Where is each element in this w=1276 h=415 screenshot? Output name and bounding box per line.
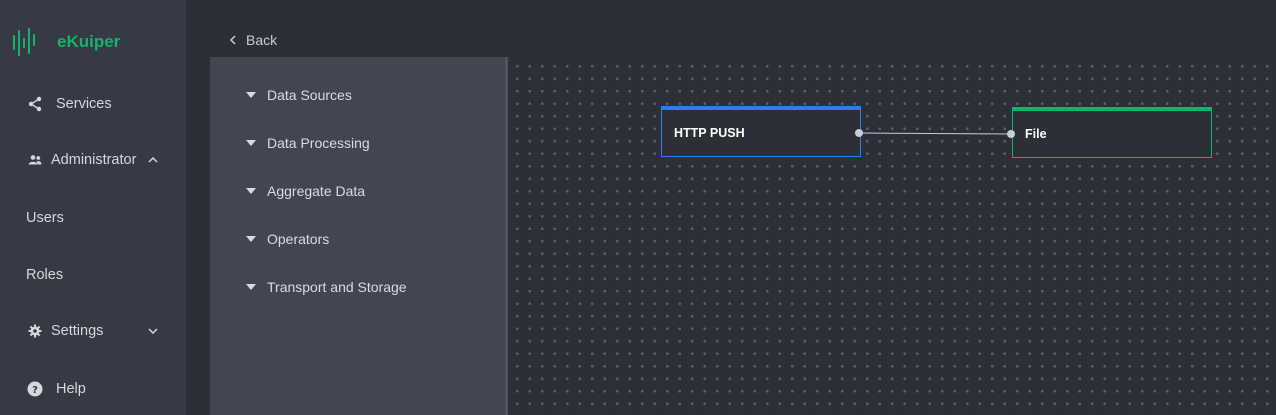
ekuiper-logo-icon: [13, 28, 35, 56]
flow-node-http-push[interactable]: HTTP PUSH: [661, 106, 861, 157]
gear-icon: [26, 322, 44, 340]
node-label: HTTP PUSH: [674, 126, 745, 140]
people-icon: [26, 151, 44, 169]
sidebar-item-label: Help: [56, 381, 86, 397]
category-label: Data Processing: [267, 135, 370, 151]
app-name: eKuiper: [57, 32, 121, 51]
caret-down-icon: [246, 92, 256, 98]
sidebar-item-users[interactable]: Users: [0, 200, 186, 236]
sidebar-item-settings[interactable]: Settings: [0, 313, 186, 349]
category-data-processing[interactable]: Data Processing: [246, 133, 370, 153]
category-aggregate-data[interactable]: Aggregate Data: [246, 181, 365, 201]
node-palette: Data Sources Data Processing Aggregate D…: [210, 57, 508, 415]
output-port[interactable]: [855, 129, 863, 137]
chevron-down-icon: [148, 328, 158, 335]
chevron-up-icon: [148, 156, 158, 163]
back-button[interactable]: Back: [229, 30, 277, 50]
sidebar-item-label: Settings: [51, 323, 104, 339]
sidebar-item-label: Users: [26, 210, 64, 226]
flow-canvas[interactable]: HTTP PUSH File: [508, 57, 1276, 415]
sidebar-item-label: Services: [56, 96, 112, 112]
sidebar-item-label: Roles: [26, 267, 64, 283]
category-data-sources[interactable]: Data Sources: [246, 85, 352, 105]
sidebar: eKuiper Services Administrator Users Rol…: [0, 0, 186, 415]
flow-node-file[interactable]: File: [1012, 107, 1212, 158]
category-label: Transport and Storage: [267, 279, 407, 295]
category-label: Aggregate Data: [267, 183, 366, 199]
sidebar-item-label: Administrator: [51, 152, 137, 168]
caret-down-icon: [246, 140, 256, 146]
help-icon: ?: [26, 380, 44, 398]
sidebar-item-services[interactable]: Services: [0, 86, 186, 122]
app-logo[interactable]: eKuiper: [12, 27, 152, 57]
sidebar-item-administrator[interactable]: Administrator: [0, 142, 186, 178]
sidebar-item-roles[interactable]: Roles: [0, 257, 186, 293]
svg-text:?: ?: [32, 385, 38, 396]
sidebar-item-help[interactable]: ? Help: [0, 371, 186, 407]
chevron-left-icon: [229, 35, 236, 45]
caret-down-icon: [246, 236, 256, 242]
caret-down-icon: [246, 284, 256, 290]
caret-down-icon: [246, 188, 256, 194]
category-operators[interactable]: Operators: [246, 229, 329, 249]
back-label: Back: [246, 32, 278, 48]
input-port[interactable]: [1007, 130, 1015, 138]
category-label: Operators: [267, 231, 330, 247]
category-transport-and-storage[interactable]: Transport and Storage: [246, 277, 407, 297]
category-label: Data Sources: [267, 87, 352, 103]
node-label: File: [1025, 127, 1047, 141]
share-icon: [26, 95, 44, 113]
